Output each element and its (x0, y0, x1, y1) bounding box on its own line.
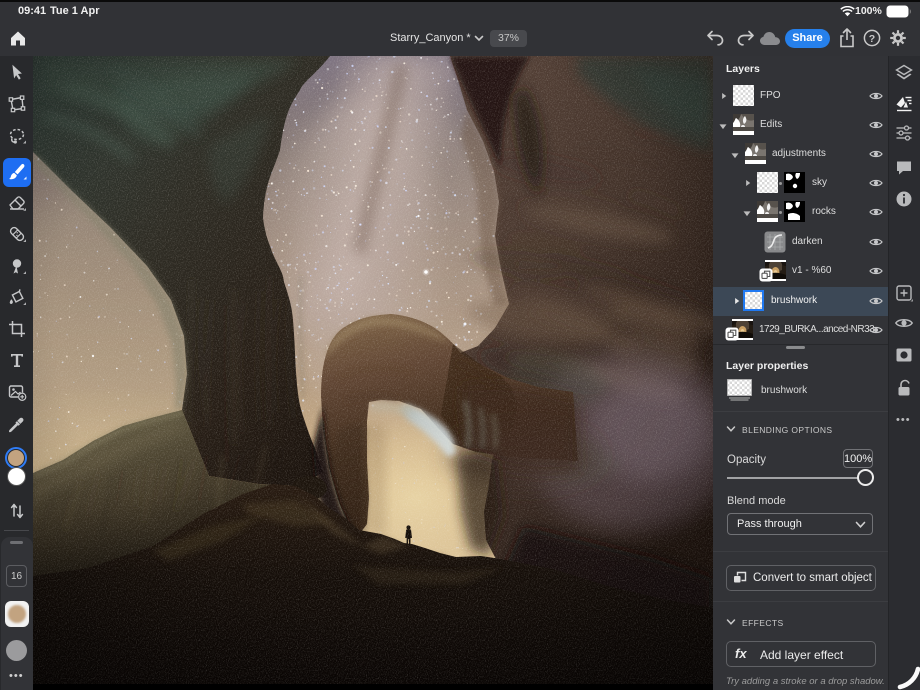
svg-text:?: ? (869, 33, 875, 45)
